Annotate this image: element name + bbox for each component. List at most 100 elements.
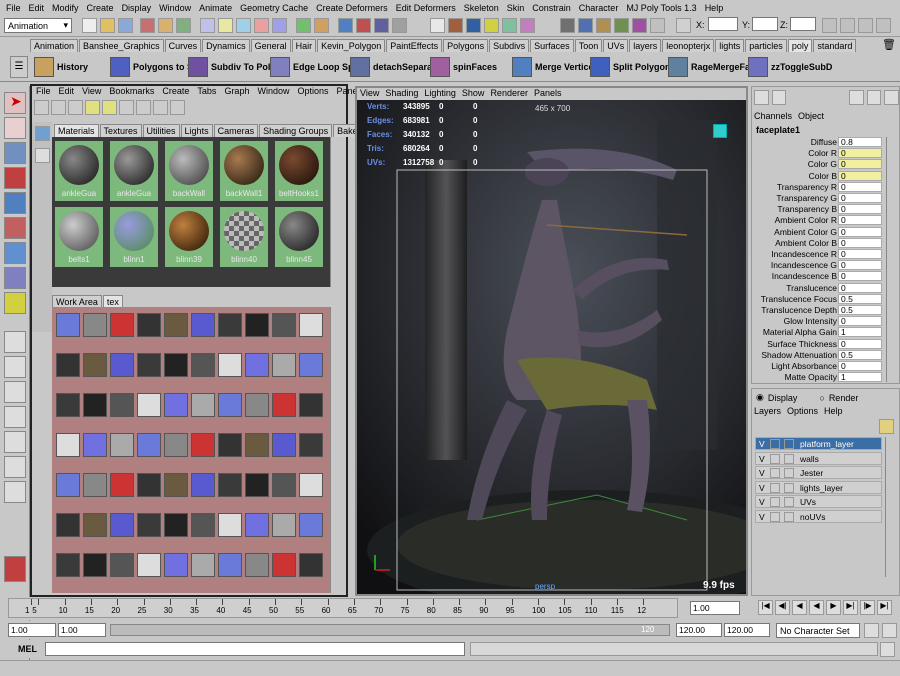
layer-template-toggle[interactable] bbox=[770, 453, 780, 464]
texture-thumbnail[interactable] bbox=[272, 553, 296, 577]
hypershade-layout-icon[interactable] bbox=[4, 456, 26, 478]
attribute-value[interactable]: 1 bbox=[838, 372, 882, 382]
prev-key-icon[interactable]: ◀ bbox=[792, 600, 807, 615]
snap-curve-icon[interactable] bbox=[236, 18, 251, 33]
attribute-value[interactable]: 0 bbox=[838, 170, 882, 181]
attribute-row[interactable]: Ambient Color G0 bbox=[752, 226, 899, 238]
dolly-icon[interactable] bbox=[596, 18, 611, 33]
soft-mod-icon[interactable] bbox=[4, 267, 26, 289]
snap-point-icon[interactable] bbox=[254, 18, 269, 33]
view-cube-icon[interactable] bbox=[713, 124, 727, 138]
texture-thumbnail[interactable] bbox=[272, 473, 296, 497]
texture-thumbnail[interactable] bbox=[137, 433, 161, 457]
grid-icon[interactable] bbox=[35, 148, 50, 163]
texture-thumbnail[interactable] bbox=[299, 393, 323, 417]
hypershade-menu-item[interactable]: Create bbox=[158, 86, 193, 98]
texture-thumbnail[interactable] bbox=[137, 553, 161, 577]
playback-start-field[interactable]: 1.00 bbox=[58, 623, 106, 637]
layer-color-swatch[interactable] bbox=[784, 511, 794, 522]
hypershade-menu-item[interactable]: Window bbox=[253, 86, 293, 98]
attribute-value[interactable]: 0 bbox=[838, 204, 882, 215]
render-globals-icon[interactable] bbox=[392, 18, 407, 33]
texture-thumbnail[interactable] bbox=[137, 313, 161, 337]
texture-thumbnail[interactable] bbox=[218, 313, 242, 337]
bottom-tabs-icon[interactable] bbox=[68, 100, 83, 115]
select-tool-icon[interactable]: ➤ bbox=[4, 92, 26, 114]
texture-thumbnail[interactable] bbox=[137, 353, 161, 377]
texture-thumbnail[interactable] bbox=[218, 473, 242, 497]
attribute-row[interactable]: Light Absorbance 0 bbox=[752, 361, 899, 372]
channel-box-scrollbar[interactable] bbox=[886, 137, 898, 382]
attribute-row[interactable]: Ambient Color B0 bbox=[752, 237, 899, 249]
texture-thumbnail[interactable] bbox=[56, 553, 80, 577]
layer-menu-item[interactable]: Options bbox=[787, 406, 818, 416]
attribute-value[interactable]: 0 bbox=[838, 316, 882, 327]
auto-key-icon[interactable] bbox=[864, 623, 879, 638]
last-tool-icon[interactable] bbox=[4, 292, 26, 314]
texture-thumbnail[interactable] bbox=[137, 513, 161, 537]
open-scene-icon[interactable] bbox=[100, 18, 115, 33]
attribute-value[interactable]: 0 bbox=[838, 282, 882, 293]
texture-thumbnail[interactable] bbox=[56, 393, 80, 417]
persp-graph-layout-icon[interactable] bbox=[4, 431, 26, 453]
attribute-value[interactable]: 0 bbox=[838, 237, 882, 248]
menu-item[interactable]: Constrain bbox=[528, 3, 575, 13]
attribute-row[interactable]: Shadow Attenuation 0.5 bbox=[752, 349, 899, 361]
shelf-tab[interactable]: Dynamics bbox=[202, 39, 250, 52]
hypershade-tab[interactable]: Utilities bbox=[142, 124, 180, 137]
texture-thumbnail[interactable] bbox=[299, 353, 323, 377]
texture-thumbnail[interactable] bbox=[137, 393, 161, 417]
move-abs-icon[interactable] bbox=[676, 18, 691, 33]
move-tool-icon[interactable] bbox=[4, 167, 26, 189]
material-swatch[interactable]: blinn1 bbox=[110, 207, 158, 267]
playback-end-field[interactable]: 120.00 bbox=[676, 623, 722, 637]
attribute-value[interactable]: 0 bbox=[838, 338, 882, 349]
play-backward-icon[interactable]: ◀ bbox=[809, 600, 824, 615]
hypershade-menu-item[interactable]: Tabs bbox=[193, 86, 220, 98]
shelf-tab[interactable]: UVs bbox=[603, 39, 629, 52]
attribute-value[interactable]: 1 bbox=[838, 327, 882, 338]
material-swatch[interactable]: backWall1 bbox=[220, 141, 268, 201]
attribute-row[interactable]: Translucence Depth 0.5 bbox=[752, 305, 899, 316]
render-radio[interactable]: ○ bbox=[819, 393, 824, 403]
material-swatch[interactable]: beltHooks1 bbox=[275, 141, 323, 201]
texture-thumbnail[interactable] bbox=[245, 553, 269, 577]
hypershade-menu-item[interactable]: Options bbox=[293, 86, 332, 98]
go-to-end-icon[interactable]: ▶| bbox=[877, 600, 892, 615]
layer-visibility-toggle[interactable]: V bbox=[759, 483, 765, 493]
layer-template-toggle[interactable] bbox=[770, 482, 780, 493]
menu-item[interactable]: Animate bbox=[195, 3, 236, 13]
layer-scrollbar[interactable] bbox=[885, 437, 897, 577]
attribute-row[interactable]: Surface Thickness 0 bbox=[752, 338, 899, 350]
range-bar[interactable]: 120 bbox=[110, 624, 670, 636]
hypershade-menu-item[interactable]: File bbox=[32, 86, 55, 98]
camera-icon[interactable] bbox=[578, 18, 593, 33]
texture-thumbnail[interactable] bbox=[110, 353, 134, 377]
layer-row[interactable]: Vplatform_layer bbox=[755, 437, 882, 450]
character-set-dropdown[interactable]: No Character Set bbox=[776, 623, 860, 638]
attribute-value[interactable]: 0.5 bbox=[838, 349, 882, 360]
shelf-button[interactable]: History bbox=[34, 55, 88, 79]
menu-item[interactable]: Help bbox=[701, 3, 728, 13]
texture-thumbnail[interactable] bbox=[191, 553, 215, 577]
shelf-button[interactable]: Subdiv To Pol bbox=[188, 55, 270, 79]
attribute-value[interactable]: 0 bbox=[838, 361, 882, 371]
texture-thumbnail[interactable] bbox=[218, 433, 242, 457]
texture-thumbnail[interactable] bbox=[83, 393, 107, 417]
attribute-editor-icon[interactable] bbox=[884, 90, 899, 105]
layer-menu-item[interactable]: Layers bbox=[754, 406, 781, 416]
shelf-tab[interactable]: Polygons bbox=[443, 39, 489, 52]
menu-item[interactable]: Create Deformers bbox=[312, 3, 392, 13]
materials-scrollbar[interactable] bbox=[330, 137, 342, 287]
trash-icon[interactable]: 🗑 bbox=[882, 38, 896, 51]
lasso-tool-icon[interactable] bbox=[4, 117, 26, 139]
shelf-tab[interactable]: PaintEffects bbox=[386, 39, 443, 52]
shelf-tab[interactable]: lights bbox=[715, 39, 745, 52]
texture-thumbnail[interactable] bbox=[83, 433, 107, 457]
texture-thumbnail[interactable] bbox=[191, 473, 215, 497]
shelf-tab[interactable]: standard bbox=[813, 39, 857, 52]
layer-row[interactable]: V UVs bbox=[755, 495, 882, 508]
shelf-button[interactable]: RageMergeFa bbox=[668, 55, 750, 79]
attribute-row[interactable]: Glow Intensity 0 bbox=[752, 316, 899, 327]
layer-row[interactable]: Vwalls bbox=[755, 451, 882, 465]
